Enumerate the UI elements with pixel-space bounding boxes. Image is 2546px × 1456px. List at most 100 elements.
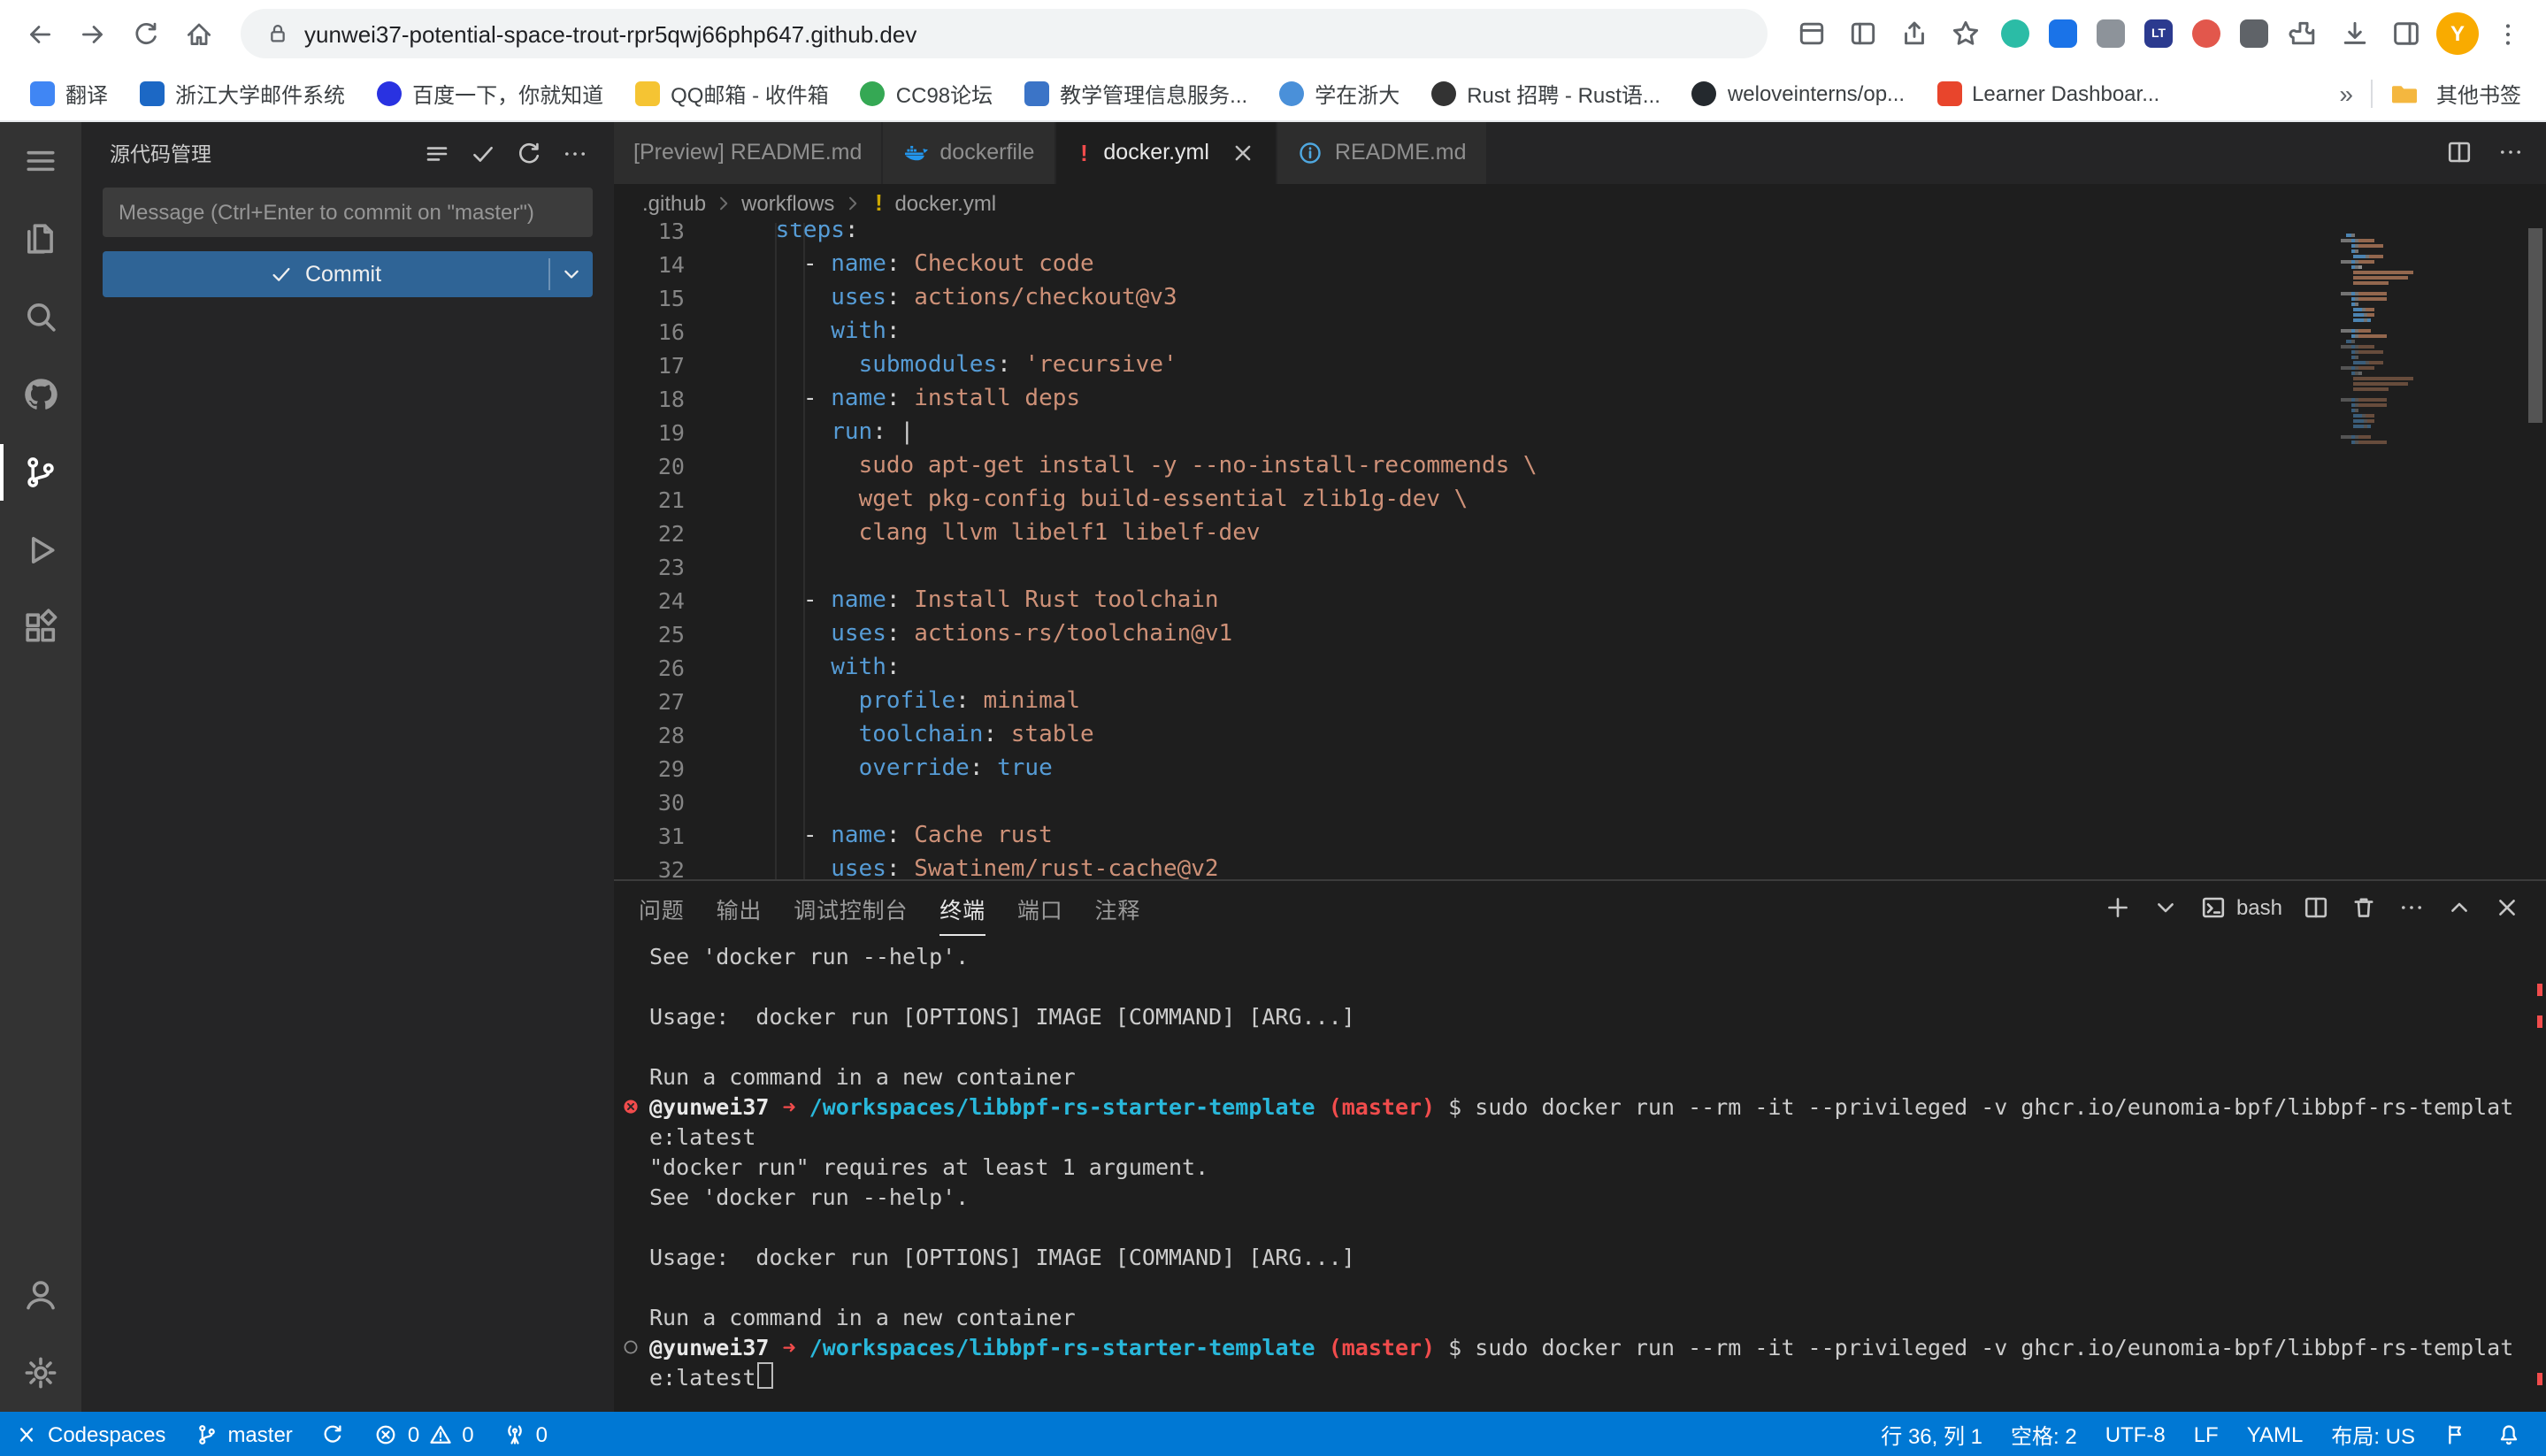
- remote-icon: [14, 1422, 39, 1447]
- activity-account-button[interactable]: [0, 1256, 81, 1334]
- back-icon: [24, 19, 54, 49]
- kill-terminal-button[interactable]: [2350, 894, 2378, 923]
- activity-run-debug-button[interactable]: [0, 511, 81, 589]
- status-indentation[interactable]: 空格: 2: [1997, 1412, 2091, 1456]
- minimap-line: [2341, 377, 2518, 380]
- scm-more-button[interactable]: [561, 139, 589, 167]
- code-content[interactable]: 13 steps:14 - name: Checkout code15 uses…: [614, 223, 2330, 880]
- open-panel-icon[interactable]: [1847, 18, 1879, 50]
- code-line: 32 uses: Swatinem/rust-cache@v2: [614, 853, 2330, 880]
- scrollbar-thumb[interactable]: [2528, 228, 2542, 423]
- commit-dropdown-button[interactable]: [550, 251, 593, 297]
- tab-dockerfile[interactable]: dockerfile: [883, 122, 1055, 184]
- avatar[interactable]: Y: [2436, 12, 2479, 55]
- panel-tab[interactable]: 调试控制台: [794, 882, 908, 937]
- tab-docker.yml[interactable]: !docker.yml: [1055, 122, 1278, 184]
- extension-teal-icon[interactable]: [2001, 19, 2029, 48]
- status-notifications[interactable]: [2482, 1412, 2535, 1456]
- status-problems[interactable]: 00: [360, 1412, 488, 1456]
- bookmark-item[interactable]: Learner Dashboar...: [1924, 76, 2172, 111]
- bookmark-item[interactable]: weloveinterns/op...: [1680, 76, 1917, 111]
- home-button[interactable]: [173, 9, 223, 58]
- activity-search-button[interactable]: [0, 278, 81, 356]
- code-editor[interactable]: 13 steps:14 - name: Checkout code15 uses…: [614, 223, 2546, 880]
- breadcrumb-item[interactable]: workflows: [741, 191, 834, 216]
- bookmark-item[interactable]: Rust 招聘 - Rust语...: [1419, 73, 1673, 114]
- extensions-puzzle-icon[interactable]: [2288, 18, 2320, 50]
- scm-view-mode-button[interactable]: [423, 139, 451, 167]
- status-codespaces[interactable]: Codespaces: [0, 1412, 180, 1456]
- terminal-shell-picker[interactable]: bash: [2199, 894, 2282, 923]
- activity-extensions-button[interactable]: [0, 589, 81, 667]
- side-panel-icon[interactable]: [2390, 18, 2422, 50]
- split-terminal-button[interactable]: [2302, 894, 2330, 923]
- other-bookmarks[interactable]: 其他书签: [2436, 79, 2521, 109]
- activity-settings-button[interactable]: [0, 1334, 81, 1412]
- status-sync[interactable]: [307, 1412, 360, 1456]
- status-feedback[interactable]: [2429, 1412, 2482, 1456]
- panel-tab[interactable]: 端口: [1017, 882, 1063, 937]
- panel-tab[interactable]: 问题: [639, 882, 685, 937]
- address-bar[interactable]: yunwei37-potential-space-trout-rpr5qwj66…: [241, 9, 1768, 58]
- panel-more-button[interactable]: [2397, 894, 2426, 923]
- bookmarks-overflow-chevron[interactable]: »: [2339, 80, 2353, 108]
- scm-commit-check-button[interactable]: [469, 139, 497, 167]
- status-eol[interactable]: LF: [2180, 1412, 2233, 1456]
- tab--preview-readme.md[interactable]: [Preview] README.md: [614, 122, 883, 184]
- activity-source-control-button[interactable]: [0, 433, 81, 511]
- breadcrumb[interactable]: .githubworkflows!docker.yml: [614, 184, 2546, 223]
- save-card-icon[interactable]: [1796, 18, 1828, 50]
- extension-grid-icon[interactable]: [2240, 19, 2268, 48]
- status-branch[interactable]: master: [180, 1412, 306, 1456]
- breadcrumb-item[interactable]: docker.yml: [894, 191, 996, 216]
- status-ports[interactable]: 0: [488, 1412, 562, 1456]
- reload-button[interactable]: [120, 9, 170, 58]
- activity-github-button[interactable]: [0, 356, 81, 433]
- minimap-line: [2341, 345, 2518, 349]
- extension-orange-icon[interactable]: [2192, 19, 2220, 48]
- bookmark-item[interactable]: 百度一下，你就知道: [364, 73, 616, 114]
- close-icon[interactable]: [1231, 140, 1257, 166]
- panel-tab[interactable]: 输出: [717, 882, 763, 937]
- maximize-panel-button[interactable]: [2445, 894, 2473, 923]
- code-line: 26 with:: [614, 651, 2330, 685]
- status-keyboard-layout[interactable]: 布局: US: [2317, 1412, 2429, 1456]
- tab-readme.md[interactable]: README.md: [1278, 122, 1488, 184]
- bookmark-item[interactable]: QQ邮箱 - 收件箱: [623, 73, 841, 114]
- minimap[interactable]: [2330, 223, 2525, 880]
- activity-explorer-button[interactable]: [0, 200, 81, 278]
- back-button[interactable]: [14, 9, 64, 58]
- close-panel-button[interactable]: [2493, 894, 2521, 923]
- status-cursor-position[interactable]: 行 36, 列 1: [1867, 1412, 1997, 1456]
- line-number: 22: [614, 517, 685, 550]
- extension-lt-icon[interactable]: LT: [2144, 19, 2173, 48]
- scm-refresh-button[interactable]: [515, 139, 543, 167]
- status-encoding[interactable]: UTF-8: [2091, 1412, 2180, 1456]
- launch-profile-button[interactable]: [2151, 894, 2180, 923]
- bookmark-item[interactable]: 浙江大学邮件系统: [127, 73, 357, 114]
- editor-more-button[interactable]: [2496, 139, 2525, 167]
- extension-blue-shield-icon[interactable]: [2049, 19, 2077, 48]
- commit-button[interactable]: Commit: [103, 251, 593, 297]
- bookmark-item[interactable]: 学在浙大: [1267, 73, 1412, 114]
- split-editor-button[interactable]: [2445, 139, 2473, 167]
- bookmark-star-icon[interactable]: [1950, 18, 1982, 50]
- bookmark-item[interactable]: 教学管理信息服务...: [1012, 73, 1260, 114]
- terminal[interactable]: See 'docker run --help'.Usage: docker ru…: [614, 935, 2546, 1412]
- editor-scrollbar[interactable]: [2525, 223, 2546, 880]
- downloads-icon[interactable]: [2339, 18, 2371, 50]
- bookmark-item[interactable]: CC98论坛: [848, 73, 1005, 114]
- bookmark-item[interactable]: 翻译: [18, 73, 120, 114]
- activity-menu-button[interactable]: [0, 122, 81, 200]
- new-terminal-button[interactable]: [2104, 894, 2132, 923]
- panel-tab[interactable]: 注释: [1095, 882, 1141, 937]
- extension-gray-doc-icon[interactable]: [2097, 19, 2125, 48]
- panel-tab[interactable]: 终端: [939, 882, 985, 937]
- forward-button[interactable]: [67, 9, 117, 58]
- error-circle-icon: [374, 1422, 399, 1447]
- breadcrumb-item[interactable]: .github: [642, 191, 706, 216]
- share-icon[interactable]: [1898, 18, 1930, 50]
- commit-message-input[interactable]: [103, 188, 593, 237]
- status-language-mode[interactable]: YAML: [2233, 1412, 2318, 1456]
- browser-menu-button[interactable]: [2482, 9, 2532, 58]
